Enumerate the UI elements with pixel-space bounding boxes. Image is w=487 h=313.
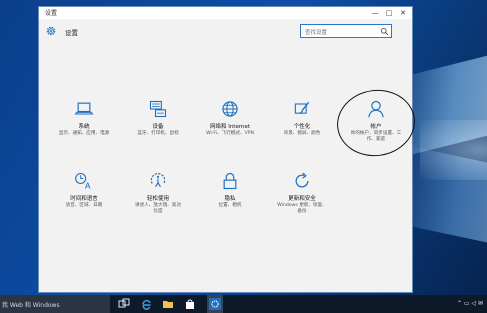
settings-window: 设置 — □ ✕ 设置 查找设置 系统 显示、通知、应用、电源 设备 蓝牙、打印… <box>38 6 420 293</box>
settings-header: 设置 查找设置 <box>39 21 412 43</box>
tile-devices-desc: 蓝牙、打印机、鼠标 <box>137 131 179 136</box>
tile-update-security-desc-line2: 备份 <box>297 209 307 214</box>
keyboard-printer-icon <box>149 100 167 118</box>
tile-network[interactable]: 网络和 Internet Wi-Fi、飞行模式、VPN <box>195 99 265 153</box>
tile-network-name: 网络和 Internet <box>209 124 251 130</box>
tile-time-language[interactable]: A 时间和语言 语音、区域、日期 <box>49 171 119 225</box>
tile-ease-of-access-name: 轻松使用 <box>146 196 169 202</box>
tile-ease-of-access[interactable]: 轻松使用 讲述人、放大镜、高对 比度 <box>123 171 193 225</box>
tile-update-security[interactable]: 更新和安全 Windows 更新、恢复、 备份 <box>267 171 337 225</box>
lock-icon <box>223 172 237 190</box>
paint-icon <box>294 101 310 114</box>
gear-icon <box>46 26 56 36</box>
window-title: 设置 <box>45 10 58 17</box>
tile-privacy-desc: 位置、相机 <box>218 203 242 208</box>
title-bar: 设置 — □ ✕ <box>39 7 412 19</box>
search-icon[interactable] <box>380 27 389 36</box>
taskbar-search-box[interactable]: 我 Web 和 Windows <box>0 295 110 313</box>
file-explorer-icon[interactable] <box>162 298 174 310</box>
tile-devices-name: 设备 <box>152 124 164 130</box>
search-placeholder: 查找设置 <box>305 30 328 36</box>
tile-network-desc: Wi-Fi、飞行模式、VPN <box>206 131 254 136</box>
tile-ease-of-access-desc-line2: 比度 <box>153 209 163 214</box>
tile-time-language-desc: 语音、区域、日期 <box>65 203 103 208</box>
close-button[interactable]: ✕ <box>396 7 410 19</box>
minimize-button[interactable]: — <box>368 7 382 19</box>
time-language-icon: A <box>75 172 91 191</box>
globe-icon <box>222 101 238 117</box>
tile-devices[interactable]: 设备 蓝牙、打印机、鼠标 <box>123 99 193 153</box>
taskbar: 我 Web 和 Windows ⌃ ▭ ◁ ✉ <box>0 295 487 313</box>
task-view-icon[interactable] <box>118 298 130 310</box>
laptop-icon <box>74 102 94 115</box>
refresh-icon <box>295 172 309 188</box>
maximize-button[interactable]: □ <box>382 7 396 19</box>
tile-personalization-name: 个性化 <box>293 124 311 130</box>
tile-time-language-name: 时间和语言 <box>70 196 98 202</box>
svg-text:A: A <box>85 181 91 191</box>
store-icon[interactable] <box>184 298 196 310</box>
tile-privacy[interactable]: 隐私 位置、相机 <box>195 171 265 225</box>
ease-of-access-icon <box>150 173 166 188</box>
tile-system-name: 系统 <box>78 124 90 130</box>
tile-privacy-name: 隐私 <box>224 196 236 202</box>
system-tray[interactable]: ⌃ ▭ ◁ ✉ <box>457 300 483 307</box>
search-input[interactable]: 查找设置 <box>300 24 392 38</box>
settings-icon[interactable] <box>209 298 221 310</box>
page-title: 设置 <box>65 29 78 37</box>
tile-update-security-name: 更新和安全 <box>288 196 316 202</box>
taskbar-search-text: 我 Web 和 Windows <box>2 302 60 309</box>
tile-personalization[interactable]: 个性化 背景、锁屏、颜色 <box>267 99 337 153</box>
tile-system[interactable]: 系统 显示、通知、应用、电源 <box>49 99 119 153</box>
tile-system-desc: 显示、通知、应用、电源 <box>58 131 110 136</box>
tile-personalization-desc: 背景、锁屏、颜色 <box>283 131 321 136</box>
edge-icon[interactable] <box>140 298 152 310</box>
